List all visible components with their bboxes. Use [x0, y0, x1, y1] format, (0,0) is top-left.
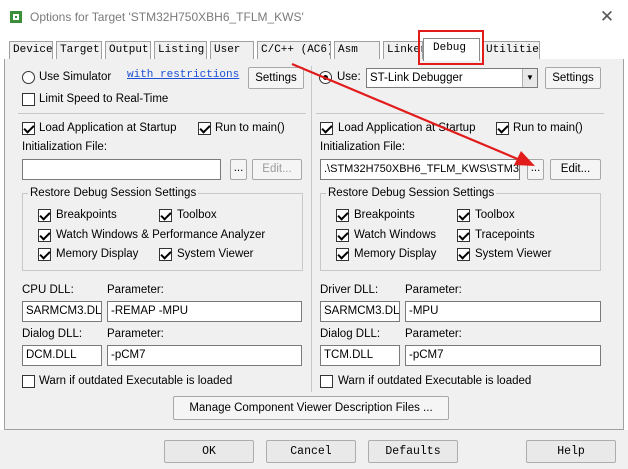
use-label: Use:	[337, 71, 361, 83]
cpu-param-label: Parameter:	[107, 284, 164, 296]
right-memory-display-checkbox[interactable]	[336, 248, 349, 261]
tab-asm[interactable]: Asm	[334, 41, 380, 59]
left-restore-group-title: Restore Debug Session Settings	[28, 187, 199, 199]
right-watch-windows-checkbox[interactable]	[336, 229, 349, 242]
simulator-settings-button[interactable]: Settings	[248, 67, 304, 89]
tab-output[interactable]: Output	[105, 41, 151, 59]
left-system-viewer-checkbox[interactable]	[159, 248, 172, 261]
chevron-down-icon[interactable]: ▼	[522, 69, 537, 87]
cancel-button[interactable]: Cancel	[266, 440, 356, 463]
cpu-dll-label: CPU DLL:	[22, 284, 74, 296]
right-watch-windows-label: Watch Windows	[354, 229, 437, 241]
left-breakpoints-checkbox[interactable]	[38, 209, 51, 222]
debugger-settings-button[interactable]: Settings	[545, 67, 601, 89]
tab-linker[interactable]: Linker	[383, 41, 423, 59]
left-memory-display-checkbox[interactable]	[38, 248, 51, 261]
tab-utilities[interactable]: Utilities	[482, 41, 540, 59]
window-title: Options for Target 'STM32H750XBH6_TFLM_K…	[30, 10, 304, 24]
left-system-viewer-label: System Viewer	[177, 248, 254, 260]
left-memory-display-label: Memory Display	[56, 248, 139, 260]
limit-speed-label: Limit Speed to Real-Time	[39, 93, 169, 105]
right-breakpoints-checkbox[interactable]	[336, 209, 349, 222]
tab-user[interactable]: User	[210, 41, 254, 59]
left-warn-label: Warn if outdated Executable is loaded	[39, 375, 233, 387]
help-button[interactable]: Help	[526, 440, 616, 463]
right-dialog-param-label: Parameter:	[405, 328, 462, 340]
driver-param-input[interactable]: -MPU	[405, 301, 601, 322]
right-breakpoints-label: Breakpoints	[354, 209, 415, 221]
defaults-button[interactable]: Defaults	[368, 440, 458, 463]
tab-listing[interactable]: Listing	[154, 41, 207, 59]
left-load-app-checkbox[interactable]	[22, 122, 35, 135]
use-simulator-label: Use Simulator	[39, 71, 112, 83]
right-toolbox-label: Toolbox	[475, 209, 515, 221]
right-load-app-checkbox[interactable]	[320, 122, 333, 135]
column-separator	[311, 66, 312, 392]
right-load-app-label: Load Application at Startup	[338, 122, 476, 134]
right-run-to-main-label: Run to main()	[513, 122, 583, 134]
limit-speed-checkbox[interactable]	[22, 93, 35, 106]
left-init-file-input[interactable]	[22, 159, 221, 180]
left-watch-windows-checkbox[interactable]	[38, 229, 51, 242]
left-run-to-main-checkbox[interactable]	[198, 122, 211, 135]
right-dialog-dll-label: Dialog DLL:	[320, 328, 381, 340]
tab-target[interactable]: Target	[56, 41, 102, 59]
left-edit-button[interactable]: Edit...	[252, 159, 302, 180]
right-init-file-input[interactable]: .\STM32H750XBH6_TFLM_KWS\STM3	[320, 159, 520, 180]
left-load-app-label: Load Application at Startup	[39, 122, 177, 134]
left-watch-windows-label: Watch Windows & Performance Analyzer	[56, 229, 266, 241]
left-toolbox-checkbox[interactable]	[159, 209, 172, 222]
left-run-to-main-label: Run to main()	[215, 122, 285, 134]
left-dialog-param-label: Parameter:	[107, 328, 164, 340]
app-icon	[10, 11, 22, 23]
debug-tab-highlight	[418, 30, 484, 65]
cpu-param-input[interactable]: -REMAP -MPU	[107, 301, 302, 322]
right-warn-label: Warn if outdated Executable is loaded	[338, 375, 532, 387]
left-dialog-dll-label: Dialog DLL:	[22, 328, 83, 340]
tab-c-cpp[interactable]: C/C++ (AC6)	[257, 41, 331, 59]
driver-dll-label: Driver DLL:	[320, 284, 379, 296]
right-dialog-dll-input[interactable]: TCM.DLL	[320, 345, 400, 366]
left-toolbox-label: Toolbox	[177, 209, 217, 221]
right-system-viewer-checkbox[interactable]	[457, 248, 470, 261]
tab-device[interactable]: Device	[9, 41, 53, 59]
right-tracepoints-label: Tracepoints	[475, 229, 535, 241]
left-breakpoints-label: Breakpoints	[56, 209, 117, 221]
left-init-file-label: Initialization File:	[22, 141, 108, 153]
right-tracepoints-checkbox[interactable]	[457, 229, 470, 242]
right-toolbox-checkbox[interactable]	[457, 209, 470, 222]
left-dialog-param-input[interactable]: -pCM7	[107, 345, 302, 366]
right-divider	[316, 113, 604, 114]
right-system-viewer-label: System Viewer	[475, 248, 552, 260]
close-icon[interactable]: ✕	[592, 5, 622, 29]
left-dialog-dll-input[interactable]: DCM.DLL	[22, 345, 102, 366]
manage-component-viewer-button[interactable]: Manage Component Viewer Description File…	[173, 396, 449, 420]
right-init-file-label: Initialization File:	[320, 141, 406, 153]
cpu-dll-input[interactable]: SARMCM3.DLL	[22, 301, 102, 322]
right-run-to-main-checkbox[interactable]	[496, 122, 509, 135]
debugger-select-value: ST-Link Debugger	[370, 72, 463, 84]
left-divider	[18, 113, 306, 114]
use-debugger-radio[interactable]	[319, 71, 332, 84]
right-browse-button[interactable]: ...	[527, 159, 544, 180]
right-edit-button[interactable]: Edit...	[550, 159, 601, 180]
driver-param-label: Parameter:	[405, 284, 462, 296]
restrictions-link[interactable]: with restrictions	[127, 69, 239, 81]
right-restore-group-title: Restore Debug Session Settings	[326, 187, 497, 199]
right-memory-display-label: Memory Display	[354, 248, 437, 260]
use-simulator-radio[interactable]	[22, 71, 35, 84]
ok-button[interactable]: OK	[164, 440, 254, 463]
left-browse-button[interactable]: ...	[230, 159, 247, 180]
debugger-select[interactable]: ST-Link Debugger	[366, 68, 538, 88]
right-warn-checkbox[interactable]	[320, 375, 333, 388]
left-warn-checkbox[interactable]	[22, 375, 35, 388]
right-dialog-param-input[interactable]: -pCM7	[405, 345, 601, 366]
driver-dll-input[interactable]: SARMCM3.DLL	[320, 301, 400, 322]
